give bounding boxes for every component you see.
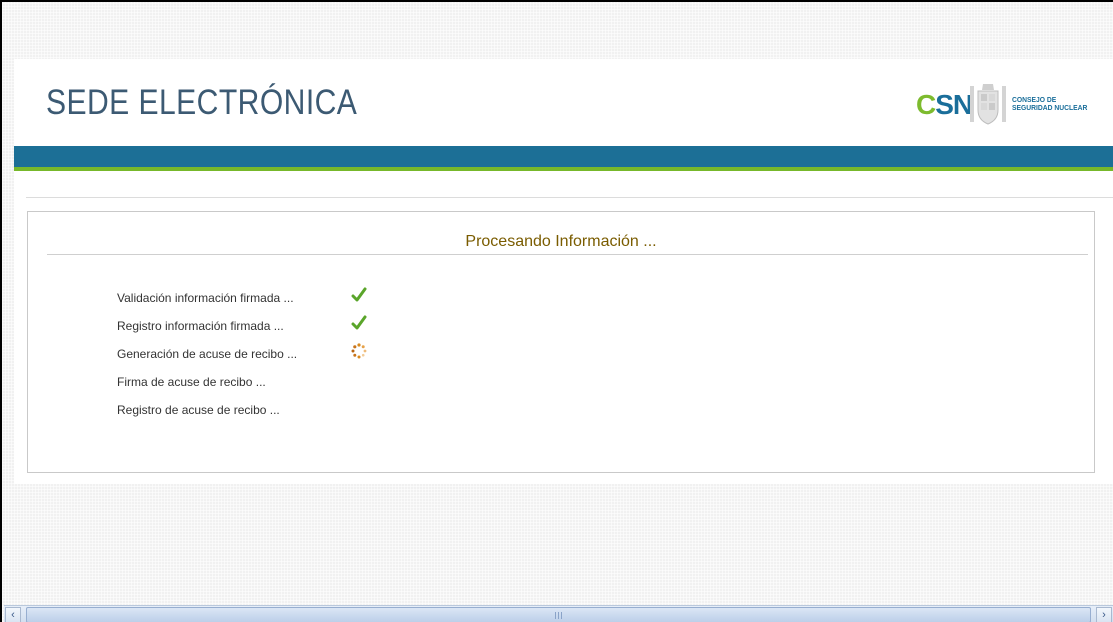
checkmark-icon [351,315,367,330]
page-container: SEDE ELECTRÓNICA CSN CONSEJO DE SEGURIDA… [14,59,1113,484]
csn-logo[interactable]: CSN CONSEJO DE SEGURIDAD NUCLEAR [916,82,1106,126]
step-label: Generación de acuse de recibo ... [117,347,298,361]
csn-logo-text: CONSEJO DE SEGURIDAD NUCLEAR [1012,95,1088,112]
site-title: SEDE ELECTRÓNICA [46,83,358,122]
step-label: Firma de acuse de recibo ... [117,375,266,389]
header-blue-bar [14,146,1113,167]
scroll-right-button[interactable]: › [1096,607,1112,622]
header-green-bar [14,167,1113,171]
panel-title: Procesando Información ... [465,233,657,250]
csn-logo-mark: CSN [916,89,973,120]
checkmark-icon [351,287,367,302]
scroll-left-button[interactable]: ‹ [5,607,21,622]
step-label: Registro de acuse de recibo ... [117,403,280,417]
processing-panel: Procesando Información ... Validación in… [27,211,1095,473]
scroll-thumb[interactable] [26,607,1091,622]
step-label: Registro información firmada ... [117,319,284,333]
coat-of-arms-icon [970,84,1006,125]
horizontal-scrollbar[interactable]: ‹ › [4,605,1113,622]
step-label: Validación información firmada ... [117,291,294,305]
divider [26,197,1113,198]
loading-spinner-icon [351,343,367,359]
grip-icon [554,612,563,619]
browser-viewport: SEDE ELECTRÓNICA CSN CONSEJO DE SEGURIDA… [0,0,1113,622]
panel-divider [47,254,1088,255]
